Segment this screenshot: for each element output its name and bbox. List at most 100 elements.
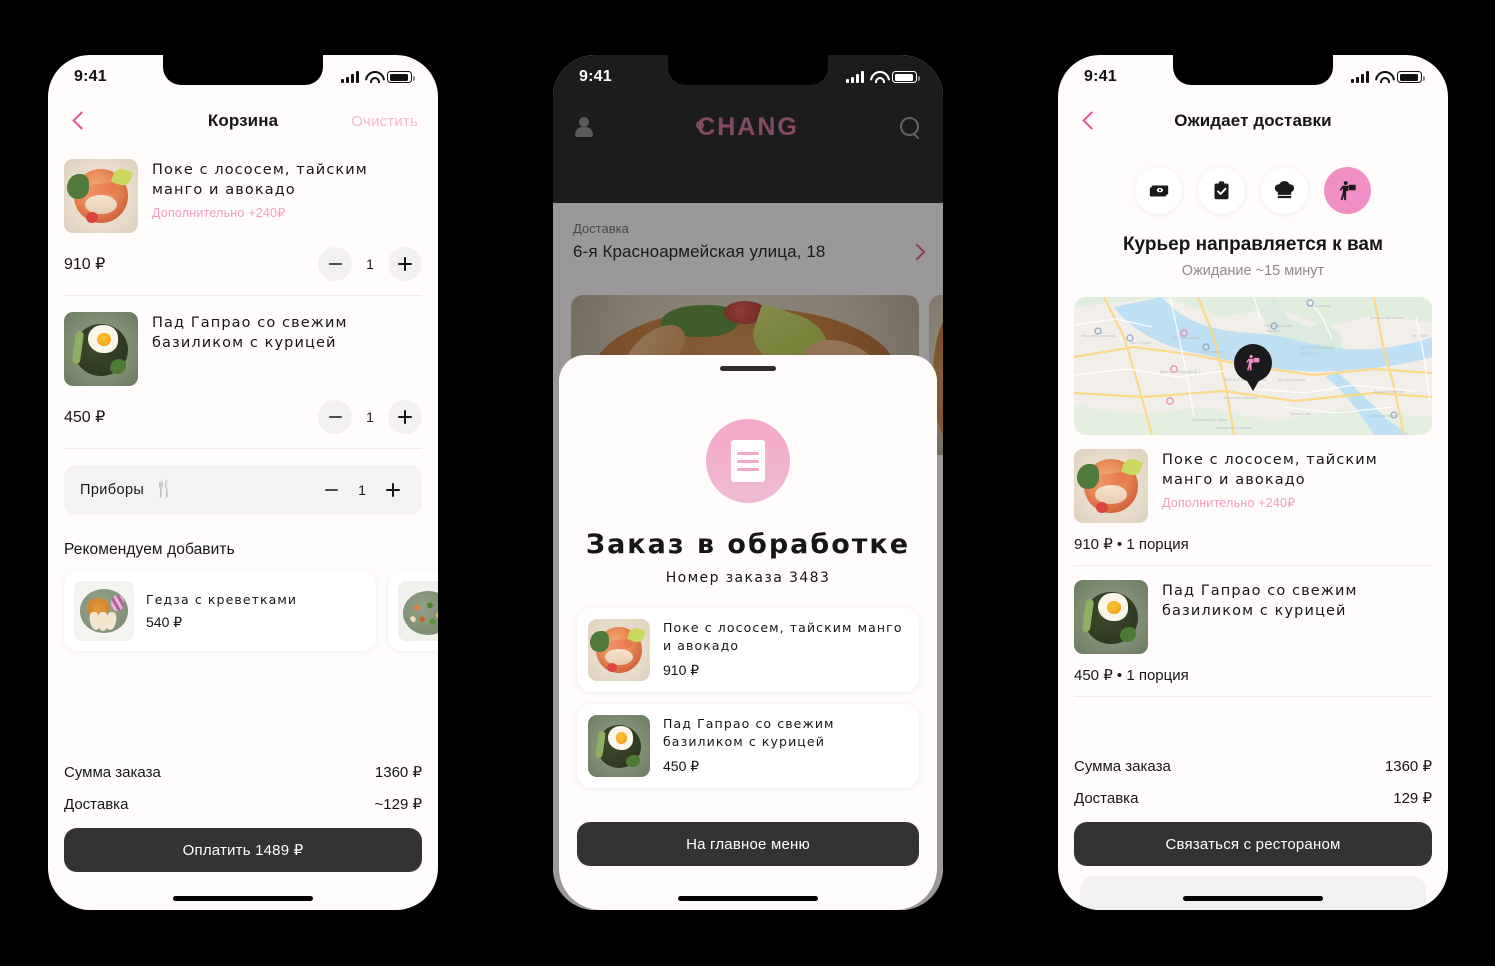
item-thumbnail bbox=[588, 715, 650, 777]
svg-text:Манежная площадь: Манежная площадь bbox=[1216, 426, 1252, 430]
svg-text:Андреевский собор: Андреевский собор bbox=[1192, 418, 1227, 422]
item-price: 450 ₽ bbox=[64, 409, 106, 426]
signal-icon bbox=[846, 71, 864, 83]
item-extra: Дополнительно +240₽ bbox=[1162, 496, 1296, 511]
cart-item: Поке с лососем, тайским манго и авокадо … bbox=[64, 143, 422, 296]
summary-row: Сумма заказа 1360 ₽ bbox=[64, 756, 422, 788]
home-indicator bbox=[173, 896, 313, 901]
tracking-navbar: Ожидает доставки bbox=[1058, 99, 1448, 143]
recommend-title: Рекомендуем добавить bbox=[64, 541, 235, 558]
item-thumbnail bbox=[64, 159, 138, 233]
status-indicators bbox=[1351, 71, 1425, 83]
modal-footer: На главное меню bbox=[577, 814, 919, 866]
signal-icon bbox=[341, 71, 359, 83]
phone-cart-screen: 9:41 Корзина Очистить Поке с лососем, та… bbox=[48, 55, 438, 910]
battery-icon bbox=[387, 71, 415, 83]
status-time: 9:41 bbox=[1084, 68, 1117, 85]
svg-text:Адмиралтейство: Адмиралтейство bbox=[1374, 390, 1404, 394]
cutlery-icon: 🍴 bbox=[154, 481, 175, 498]
increment-button[interactable] bbox=[388, 247, 422, 281]
step-cooking[interactable] bbox=[1261, 167, 1308, 214]
svg-text:Введенский канал: Введенский канал bbox=[1370, 316, 1403, 320]
contact-restaurant-button[interactable]: Связаться с рестораном bbox=[1074, 822, 1432, 866]
svg-text:Зимний дво: Зимний дво bbox=[1290, 412, 1311, 416]
order-items-list: Поке с лососем, тайским манго и авокадо … bbox=[577, 608, 919, 788]
device-notch bbox=[163, 55, 323, 85]
svg-text:зоопарк: зоопарк bbox=[1266, 329, 1280, 333]
quantity-value: 1 bbox=[366, 256, 374, 272]
courier-pin-icon[interactable] bbox=[1234, 344, 1272, 383]
item-thumbnail bbox=[588, 619, 650, 681]
courier-icon bbox=[1339, 180, 1356, 200]
screenshot-stage: 9:41 Корзина Очистить Поке с лососем, та… bbox=[0, 0, 1495, 966]
decrement-button[interactable] bbox=[318, 477, 344, 503]
modal-subtitle: Номер заказа 3483 bbox=[665, 570, 831, 586]
step-payment[interactable] bbox=[1135, 167, 1182, 214]
item-name: Поке с лососем, тайским манго и авокадо bbox=[663, 620, 903, 653]
quantity-stepper: 1 bbox=[318, 400, 422, 434]
decrement-button[interactable] bbox=[318, 247, 352, 281]
summary-label: Доставка bbox=[64, 795, 129, 813]
svg-text:Ленинградский: Ленинградский bbox=[1264, 324, 1292, 328]
tracking-items-list: Поке с лососем, тайским манго и авокадо … bbox=[1058, 435, 1448, 697]
cart-items-list: Поке с лососем, тайским манго и авокадо … bbox=[48, 143, 438, 651]
step-delivery[interactable] bbox=[1324, 167, 1371, 214]
signal-icon bbox=[1351, 71, 1369, 83]
status-time: 9:41 bbox=[579, 68, 612, 85]
next-card-peek bbox=[1080, 876, 1426, 910]
pay-button[interactable]: Оплатить 1489 ₽ bbox=[64, 828, 422, 872]
order-item: Пад Гапрао со свежим базиликом с курицей… bbox=[577, 704, 919, 788]
recommend-thumbnail bbox=[398, 581, 438, 641]
clear-cart-button[interactable]: Очистить bbox=[351, 113, 418, 130]
summary-label: Сумма заказа bbox=[1074, 757, 1171, 775]
svg-text:ПЕТРОПАВЛОВСКАЯ: ПЕТРОПАВЛОВСКАЯ bbox=[1298, 346, 1334, 350]
phone-order-screen: 9:41 CHANG Доставка 6-я Красноармейская … bbox=[553, 55, 943, 910]
tracking-footer: Сумма заказа 1360 ₽ Доставка 129 ₽ Связа… bbox=[1058, 750, 1448, 910]
summary-label: Сумма заказа bbox=[64, 763, 161, 781]
recommend-card[interactable]: Гедза с креветками 540 ₽ bbox=[64, 571, 376, 651]
svg-text:Мост Сдора: Мост Сдора bbox=[1130, 341, 1151, 345]
tracking-status-sub: Ожидание ~15 минут bbox=[1181, 263, 1325, 279]
order-item: Поке с лососем, тайским манго и авокадо … bbox=[577, 608, 919, 692]
item-meta: 450 ₽ • 1 порция bbox=[1074, 654, 1432, 697]
svg-text:Музей Арктики: Музей Арктики bbox=[1278, 378, 1305, 382]
tracking-item: Поке с лососем, тайским манго и авокадо … bbox=[1074, 435, 1432, 566]
order-status-modal: Заказ в обработке Номер заказа 3483 Поке… bbox=[559, 355, 937, 910]
recommend-thumbnail bbox=[74, 581, 134, 641]
document-icon bbox=[706, 419, 790, 503]
svg-text:КРЕПОСТЬ: КРЕПОСТЬ bbox=[1300, 352, 1319, 356]
svg-text:ул. Льва: ул. Льва bbox=[1412, 334, 1427, 338]
battery-icon bbox=[892, 71, 920, 83]
status-indicators bbox=[341, 71, 415, 83]
recommend-card[interactable] bbox=[388, 571, 438, 651]
increment-button[interactable] bbox=[380, 477, 406, 503]
delivery-map[interactable]: Василеостровская Мост Сдора НПЗ Петровски… bbox=[1074, 297, 1432, 435]
recommend-scroller[interactable]: Гедза с креветками 540 ₽ bbox=[64, 571, 438, 651]
modal-title: Заказ в обработке bbox=[585, 529, 911, 560]
quantity-value: 1 bbox=[358, 482, 366, 498]
item-name: Пад Гапрао со свежим базиликом с курицей bbox=[152, 315, 348, 351]
tracking-status-title: Курьер направляется к вам bbox=[1122, 234, 1384, 255]
recommend-price: 540 ₽ bbox=[146, 613, 183, 630]
cutlery-quantity-stepper: 1 bbox=[318, 477, 406, 503]
sheet-drag-handle[interactable] bbox=[720, 366, 776, 371]
wifi-icon bbox=[1375, 71, 1391, 83]
svg-text:Василеостровский: Василеостровский bbox=[1224, 396, 1257, 400]
item-name: Поке с лососем, тайским манго и авокадо bbox=[1162, 452, 1378, 488]
item-price: 450 ₽ bbox=[663, 758, 700, 774]
item-extra: Дополнительно +240₽ bbox=[152, 206, 286, 221]
clipboard-check-icon bbox=[1214, 181, 1229, 200]
battery-icon bbox=[1397, 71, 1425, 83]
main-menu-button[interactable]: На главное меню bbox=[577, 822, 919, 866]
svg-text:Спортивная: Спортивная bbox=[1200, 350, 1221, 354]
item-name: Пад Гапрао со свежим базиликом с курицей bbox=[1162, 583, 1358, 619]
device-notch bbox=[668, 55, 828, 85]
decrement-button[interactable] bbox=[318, 400, 352, 434]
summary-value: ~129 ₽ bbox=[374, 796, 423, 813]
increment-button[interactable] bbox=[388, 400, 422, 434]
step-accepted[interactable] bbox=[1198, 167, 1245, 214]
cutlery-row: Приборы 🍴 1 bbox=[64, 465, 422, 515]
cart-item: Пад Гапрао со свежим базиликом с курицей… bbox=[64, 296, 422, 449]
item-thumbnail bbox=[64, 312, 138, 386]
cutlery-label: Приборы bbox=[80, 482, 145, 498]
